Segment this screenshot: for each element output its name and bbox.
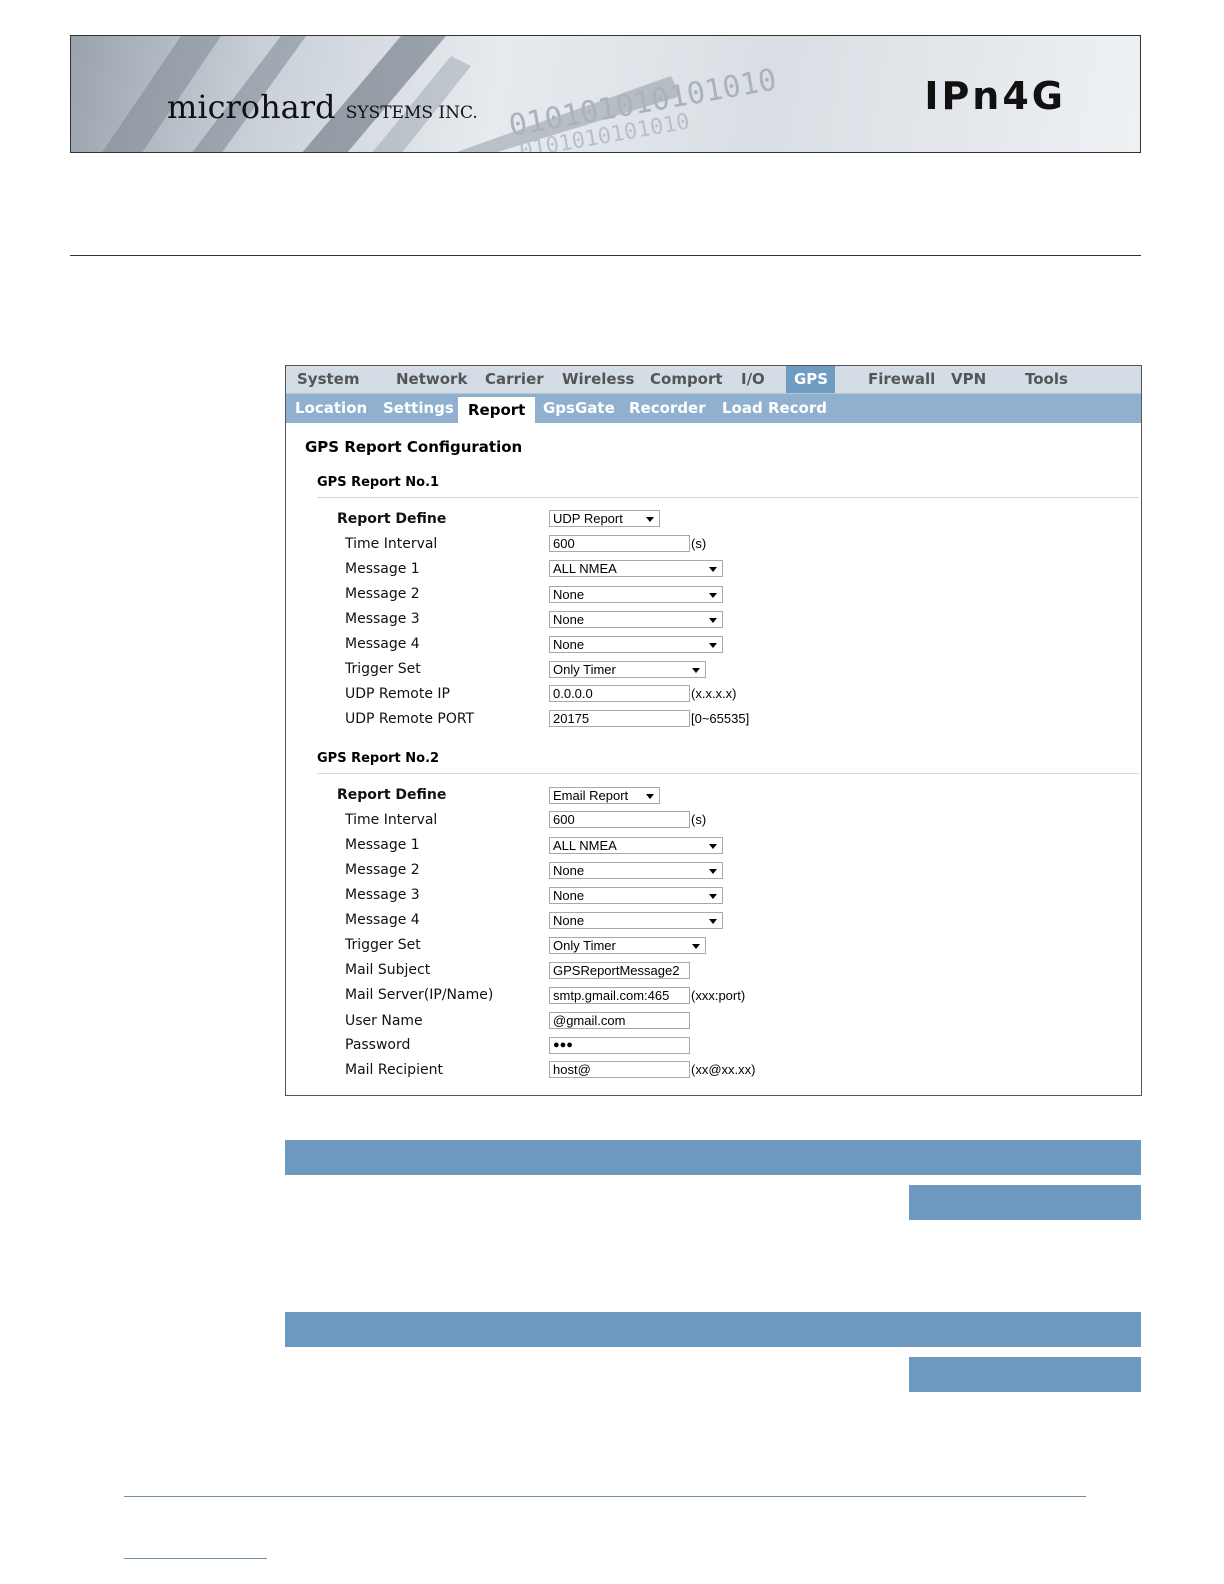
- menu-io[interactable]: I/O: [741, 370, 765, 388]
- brand-sub: SYSTEMS INC.: [345, 103, 478, 123]
- report2-msg4-select[interactable]: None: [549, 912, 723, 929]
- menu-carrier[interactable]: Carrier: [485, 370, 544, 388]
- table-header-band-1: [285, 1140, 1141, 1175]
- report2-interval-input[interactable]: 600: [549, 811, 690, 828]
- brand-name: microhard: [167, 88, 336, 126]
- report2-define-select[interactable]: Email Report: [549, 787, 660, 804]
- report1-define-select[interactable]: UDP Report: [549, 510, 660, 527]
- menu-firewall[interactable]: Firewall: [868, 370, 935, 388]
- report2-msg1-select[interactable]: ALL NMEA: [549, 837, 723, 854]
- report2-msg2-label: Message 2: [345, 862, 420, 878]
- report2-server-hint: (xxx:port): [691, 988, 746, 1003]
- report1-define-label: Report Define: [337, 511, 447, 527]
- report1-interval-input[interactable]: 600: [549, 535, 690, 552]
- report2-recip-label: Mail Recipient: [345, 1062, 443, 1078]
- report2-recip-input[interactable]: host@: [549, 1061, 690, 1078]
- report1-ip-hint: (x.x.x.x): [691, 686, 737, 701]
- report2-title: GPS Report No.2: [317, 751, 440, 766]
- report1-msg4-label: Message 4: [345, 636, 420, 652]
- report2-divider: [317, 773, 1139, 774]
- report2-pass-input[interactable]: ●●●: [549, 1037, 690, 1054]
- report2-interval-label: Time Interval: [345, 812, 438, 828]
- report2-pass-label: Password: [345, 1037, 411, 1053]
- header-banner: 010101010101010 0101010101010 microhard …: [70, 35, 1141, 153]
- submenu-gpsgate[interactable]: GpsGate: [543, 399, 615, 417]
- report1-trigger-label: Trigger Set: [345, 661, 421, 677]
- main-menu: System Network Carrier Wireless Comport …: [286, 366, 1141, 394]
- report1-divider: [317, 497, 1139, 498]
- report1-interval-label: Time Interval: [345, 536, 438, 552]
- report2-user-input[interactable]: @gmail.com: [549, 1012, 690, 1029]
- table-default-band-2: [909, 1357, 1141, 1392]
- report1-port-input[interactable]: 20175: [549, 710, 690, 727]
- submenu-load-record[interactable]: Load Record: [722, 399, 827, 417]
- report1-port-hint: [0~65535]: [691, 711, 750, 726]
- submenu-location[interactable]: Location: [295, 399, 367, 417]
- report1-title: GPS Report No.1: [317, 475, 440, 490]
- report1-msg4-select[interactable]: None: [549, 636, 723, 653]
- report1-ip-label: UDP Remote IP: [345, 686, 450, 702]
- report2-subject-label: Mail Subject: [345, 962, 431, 978]
- menu-network[interactable]: Network: [396, 370, 467, 388]
- config-title: GPS Report Configuration: [305, 438, 523, 456]
- report1-msg2-label: Message 2: [345, 586, 420, 602]
- product-name: IPn4G: [924, 74, 1066, 118]
- report2-msg3-label: Message 3: [345, 887, 420, 903]
- report1-msg3-label: Message 3: [345, 611, 420, 627]
- report2-trigger-label: Trigger Set: [345, 937, 421, 953]
- brand-logo: microhard SYSTEMS INC.: [167, 88, 478, 126]
- footer-divider: [124, 1496, 1086, 1497]
- report1-port-label: UDP Remote PORT: [345, 711, 475, 727]
- report2-msg3-select[interactable]: None: [549, 887, 723, 904]
- menu-vpn[interactable]: VPN: [951, 370, 986, 388]
- report2-server-label: Mail Server(IP/Name): [345, 987, 494, 1003]
- report2-msg1-label: Message 1: [345, 837, 420, 853]
- submenu-recorder[interactable]: Recorder: [629, 399, 706, 417]
- footer-short-divider: [124, 1558, 267, 1559]
- report2-msg2-select[interactable]: None: [549, 862, 723, 879]
- sub-menu: Location Settings Report GpsGate Recorde…: [286, 394, 1141, 423]
- menu-system[interactable]: System: [297, 370, 359, 388]
- menu-gps[interactable]: GPS: [786, 366, 835, 393]
- report1-interval-unit: (s): [691, 536, 707, 551]
- table-header-band-2: [285, 1312, 1141, 1347]
- report2-subject-input[interactable]: GPSReportMessage2: [549, 962, 690, 979]
- table-default-band-1: [909, 1185, 1141, 1220]
- header-divider: [70, 255, 1141, 256]
- report2-trigger-select[interactable]: Only Timer: [549, 937, 706, 954]
- report2-define-label: Report Define: [337, 787, 447, 803]
- gps-report-screenshot: System Network Carrier Wireless Comport …: [285, 365, 1142, 1096]
- report2-msg4-label: Message 4: [345, 912, 420, 928]
- report1-msg3-select[interactable]: None: [549, 611, 723, 628]
- report1-trigger-select[interactable]: Only Timer: [549, 661, 706, 678]
- report1-msg1-label: Message 1: [345, 561, 420, 577]
- report2-server-input[interactable]: smtp.gmail.com:465: [549, 987, 690, 1004]
- menu-tools[interactable]: Tools: [1025, 370, 1068, 388]
- report2-user-label: User Name: [345, 1013, 423, 1029]
- submenu-settings[interactable]: Settings: [383, 399, 454, 417]
- report1-ip-input[interactable]: 0.0.0.0: [549, 685, 690, 702]
- menu-comport[interactable]: Comport: [650, 370, 723, 388]
- report2-interval-unit: (s): [691, 812, 707, 827]
- report1-msg2-select[interactable]: None: [549, 586, 723, 603]
- report1-msg1-select[interactable]: ALL NMEA: [549, 560, 723, 577]
- submenu-report[interactable]: Report: [458, 397, 536, 423]
- report2-recip-hint: (xx@xx.xx): [691, 1062, 756, 1077]
- menu-wireless[interactable]: Wireless: [562, 370, 634, 388]
